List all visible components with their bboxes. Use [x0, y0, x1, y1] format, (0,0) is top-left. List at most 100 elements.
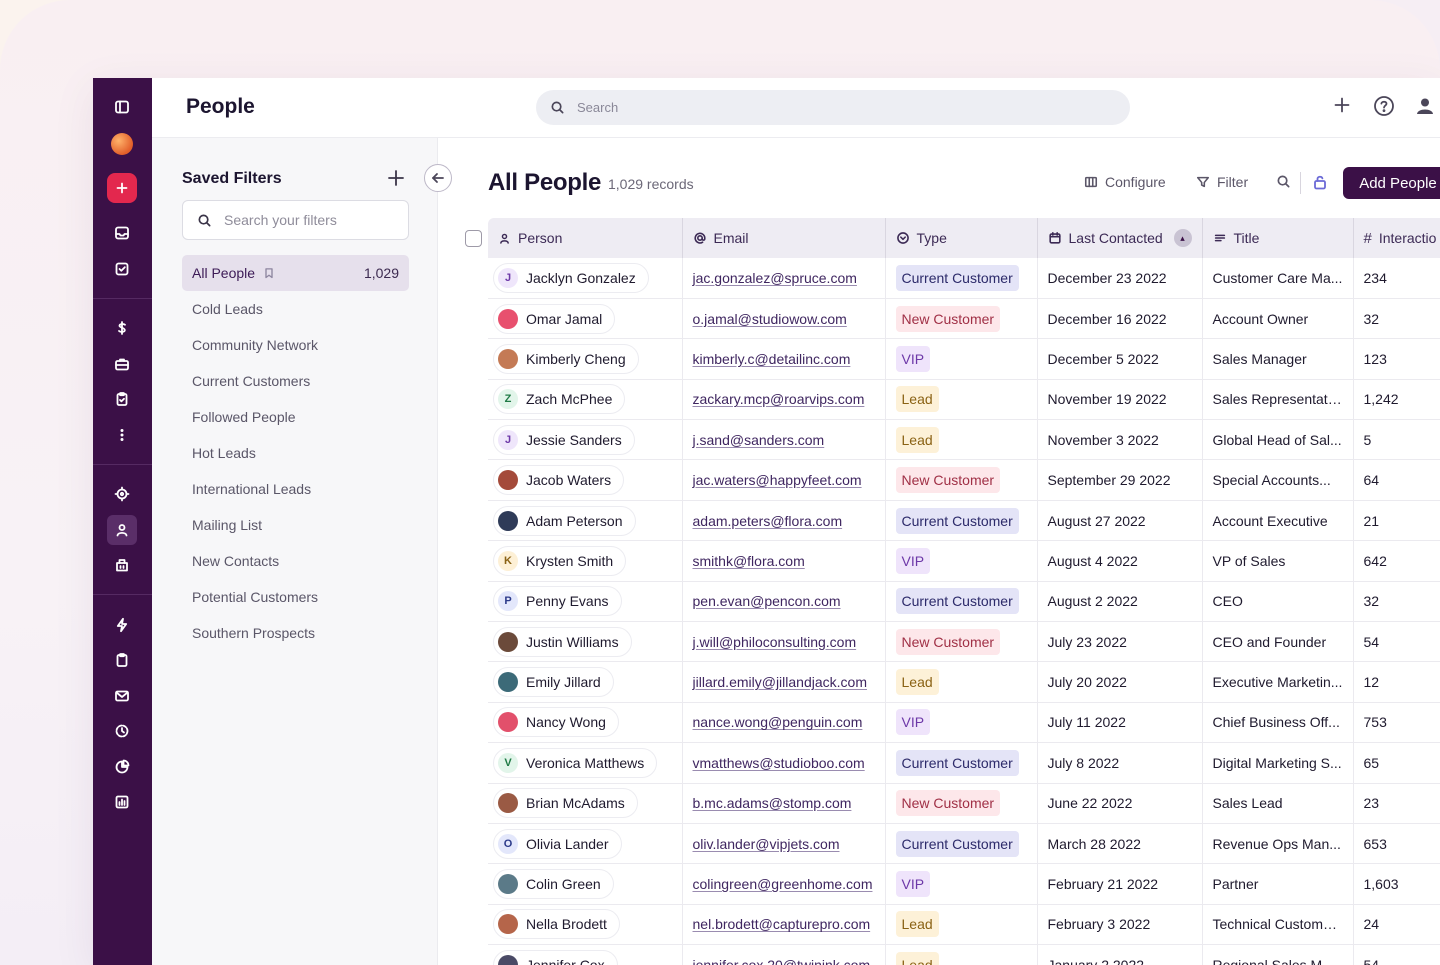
table-row[interactable]: K Krysten Smith smithk@flora.com VIP August …	[488, 540, 1440, 582]
filter-search[interactable]	[182, 200, 409, 240]
person-chip[interactable]: V Veronica Matthews	[493, 747, 658, 778]
person-chip[interactable]: Jennifer Cox	[493, 949, 618, 965]
building-icon[interactable]	[107, 550, 137, 580]
email-link[interactable]: j.will@philoconsulting.com	[693, 634, 857, 650]
column-interactions[interactable]: # Interactio	[1353, 218, 1440, 258]
table-row[interactable]: Colin Green colingreen@greenhome.com VIP Fe…	[488, 863, 1440, 905]
email-link[interactable]: jillard.emily@jillandjack.com	[693, 674, 867, 690]
user-avatar[interactable]	[107, 129, 137, 159]
crosshair-icon[interactable]	[107, 479, 137, 509]
filter-item[interactable]: Cold Leads	[182, 291, 409, 327]
person-chip[interactable]: Z Zach McPhee	[493, 384, 626, 415]
filter-item[interactable]: All People 1,029	[182, 255, 409, 291]
global-search[interactable]	[536, 90, 1130, 125]
column-person[interactable]: Person	[488, 218, 683, 258]
plus-icon[interactable]	[1332, 95, 1352, 115]
configure-button[interactable]: Configure	[1084, 174, 1166, 190]
check-square-icon[interactable]	[107, 254, 137, 284]
table-row[interactable]: Kimberly Cheng kimberly.c@detailinc.com VI…	[488, 338, 1440, 380]
person-chip[interactable]: Kimberly Cheng	[493, 343, 639, 374]
email-link[interactable]: oliv.lander@vipjets.com	[693, 836, 840, 852]
filter-item[interactable]: Hot Leads	[182, 435, 409, 471]
person-chip[interactable]: Adam Peterson	[493, 505, 636, 536]
sidebar-toggle-icon[interactable]	[107, 92, 137, 122]
table-row[interactable]: Justin Williams j.will@philoconsulting.co…	[488, 621, 1440, 663]
clock-icon[interactable]	[107, 716, 137, 746]
filter-button[interactable]: Filter	[1196, 174, 1248, 190]
email-link[interactable]: kimberly.c@detailinc.com	[693, 351, 851, 367]
briefcase-icon[interactable]	[107, 349, 137, 379]
person-chip[interactable]: J Jessie Sanders	[493, 424, 635, 455]
add-people-button[interactable]: Add People	[1343, 167, 1440, 199]
bolt-icon[interactable]	[107, 610, 137, 640]
help-icon[interactable]	[1373, 95, 1395, 117]
email-link[interactable]: o.jamal@studiowow.com	[693, 311, 847, 327]
person-chip[interactable]: Justin Williams	[493, 626, 632, 657]
email-link[interactable]: pen.evan@pencon.com	[693, 593, 841, 609]
table-row[interactable]: Jacob Waters jac.waters@happyfeet.com New …	[488, 459, 1440, 501]
search-icon[interactable]	[1276, 174, 1291, 189]
table-row[interactable]: J Jacklyn Gonzalez jac.gonzalez@spruce.com…	[488, 258, 1440, 299]
table-row[interactable]: Z Zach McPhee zackary.mcp@roarvips.com Lead…	[488, 379, 1440, 421]
pie-chart-icon[interactable]	[107, 752, 137, 782]
table-row[interactable]: J Jessie Sanders j.sand@sanders.com Lead Nov…	[488, 419, 1440, 461]
table-row[interactable]: Adam Peterson adam.peters@flora.com Curren…	[488, 500, 1440, 542]
more-vertical-icon[interactable]	[107, 420, 137, 450]
inbox-icon[interactable]	[107, 218, 137, 248]
person-chip[interactable]: Brian McAdams	[493, 788, 638, 819]
email-link[interactable]: j.sand@sanders.com	[693, 432, 825, 448]
email-link[interactable]: smithk@flora.com	[693, 553, 805, 569]
table-row[interactable]: Jennifer Cox jennifer.cox.20@twinink.com L…	[488, 944, 1440, 965]
clipboard-check-icon[interactable]	[107, 384, 137, 414]
person-chip[interactable]: K Krysten Smith	[493, 545, 627, 576]
mail-icon[interactable]	[107, 681, 137, 711]
table-row[interactable]: Emily Jillard jillard.emily@jillandjack.c…	[488, 661, 1440, 703]
filter-item[interactable]: Potential Customers	[182, 579, 409, 615]
table-row[interactable]: Nancy Wong nance.wong@penguin.com VIP July …	[488, 702, 1440, 744]
filter-search-input[interactable]	[224, 212, 404, 228]
email-link[interactable]: colingreen@greenhome.com	[693, 876, 873, 892]
email-link[interactable]: jennifer.cox.20@twinink.com	[693, 957, 871, 965]
filter-item[interactable]: Current Customers	[182, 363, 409, 399]
filter-item[interactable]: Community Network	[182, 327, 409, 363]
email-link[interactable]: nance.wong@penguin.com	[693, 714, 863, 730]
table-row[interactable]: Omar Jamal o.jamal@studiowow.com New Custo…	[488, 298, 1440, 340]
person-chip[interactable]: O Olivia Lander	[493, 828, 622, 859]
bookmark-icon[interactable]	[263, 267, 275, 279]
plus-icon[interactable]	[107, 173, 137, 203]
filter-item[interactable]: Southern Prospects	[182, 615, 409, 651]
email-link[interactable]: adam.peters@flora.com	[693, 513, 843, 529]
table-row[interactable]: P Penny Evans pen.evan@pencon.com Current C…	[488, 581, 1440, 623]
search-input[interactable]	[577, 100, 1077, 115]
column-email[interactable]: Email	[682, 218, 886, 258]
profile-icon[interactable]	[1414, 95, 1436, 117]
person-chip[interactable]: Emily Jillard	[493, 667, 614, 698]
sort-icon[interactable]: ▴	[1173, 229, 1192, 247]
filter-item[interactable]: Mailing List	[182, 507, 409, 543]
bar-chart-icon[interactable]	[107, 787, 137, 817]
filter-item[interactable]: Followed People	[182, 399, 409, 435]
email-link[interactable]: zackary.mcp@roarvips.com	[693, 391, 865, 407]
filter-item[interactable]: International Leads	[182, 471, 409, 507]
select-all-checkbox[interactable]	[465, 230, 482, 247]
column-title[interactable]: Title	[1202, 218, 1354, 258]
column-last-contacted[interactable]: Last Contacted ▴	[1037, 218, 1203, 258]
email-link[interactable]: b.mc.adams@stomp.com	[693, 795, 852, 811]
email-link[interactable]: jac.gonzalez@spruce.com	[693, 270, 857, 286]
person-chip[interactable]: Nancy Wong	[493, 707, 619, 738]
unlock-icon[interactable]	[1312, 174, 1328, 190]
filter-item[interactable]: New Contacts	[182, 543, 409, 579]
person-chip[interactable]: Jacob Waters	[493, 465, 625, 496]
add-filter-icon[interactable]	[386, 168, 406, 188]
person-chip[interactable]: J Jacklyn Gonzalez	[493, 262, 649, 293]
dollar-icon[interactable]	[107, 313, 137, 343]
table-row[interactable]: O Olivia Lander oliv.lander@vipjets.com Cur…	[488, 823, 1440, 865]
email-link[interactable]: jac.waters@happyfeet.com	[693, 472, 862, 488]
person-icon[interactable]	[107, 515, 137, 545]
person-chip[interactable]: Colin Green	[493, 869, 614, 900]
clipboard-icon[interactable]	[107, 645, 137, 675]
person-chip[interactable]: Nella Brodett	[493, 909, 620, 940]
column-type[interactable]: Type	[885, 218, 1038, 258]
table-row[interactable]: Brian McAdams b.mc.adams@stomp.com New Cus…	[488, 783, 1440, 824]
table-row[interactable]: V Veronica Matthews vmatthews@studioboo.co…	[488, 742, 1440, 784]
